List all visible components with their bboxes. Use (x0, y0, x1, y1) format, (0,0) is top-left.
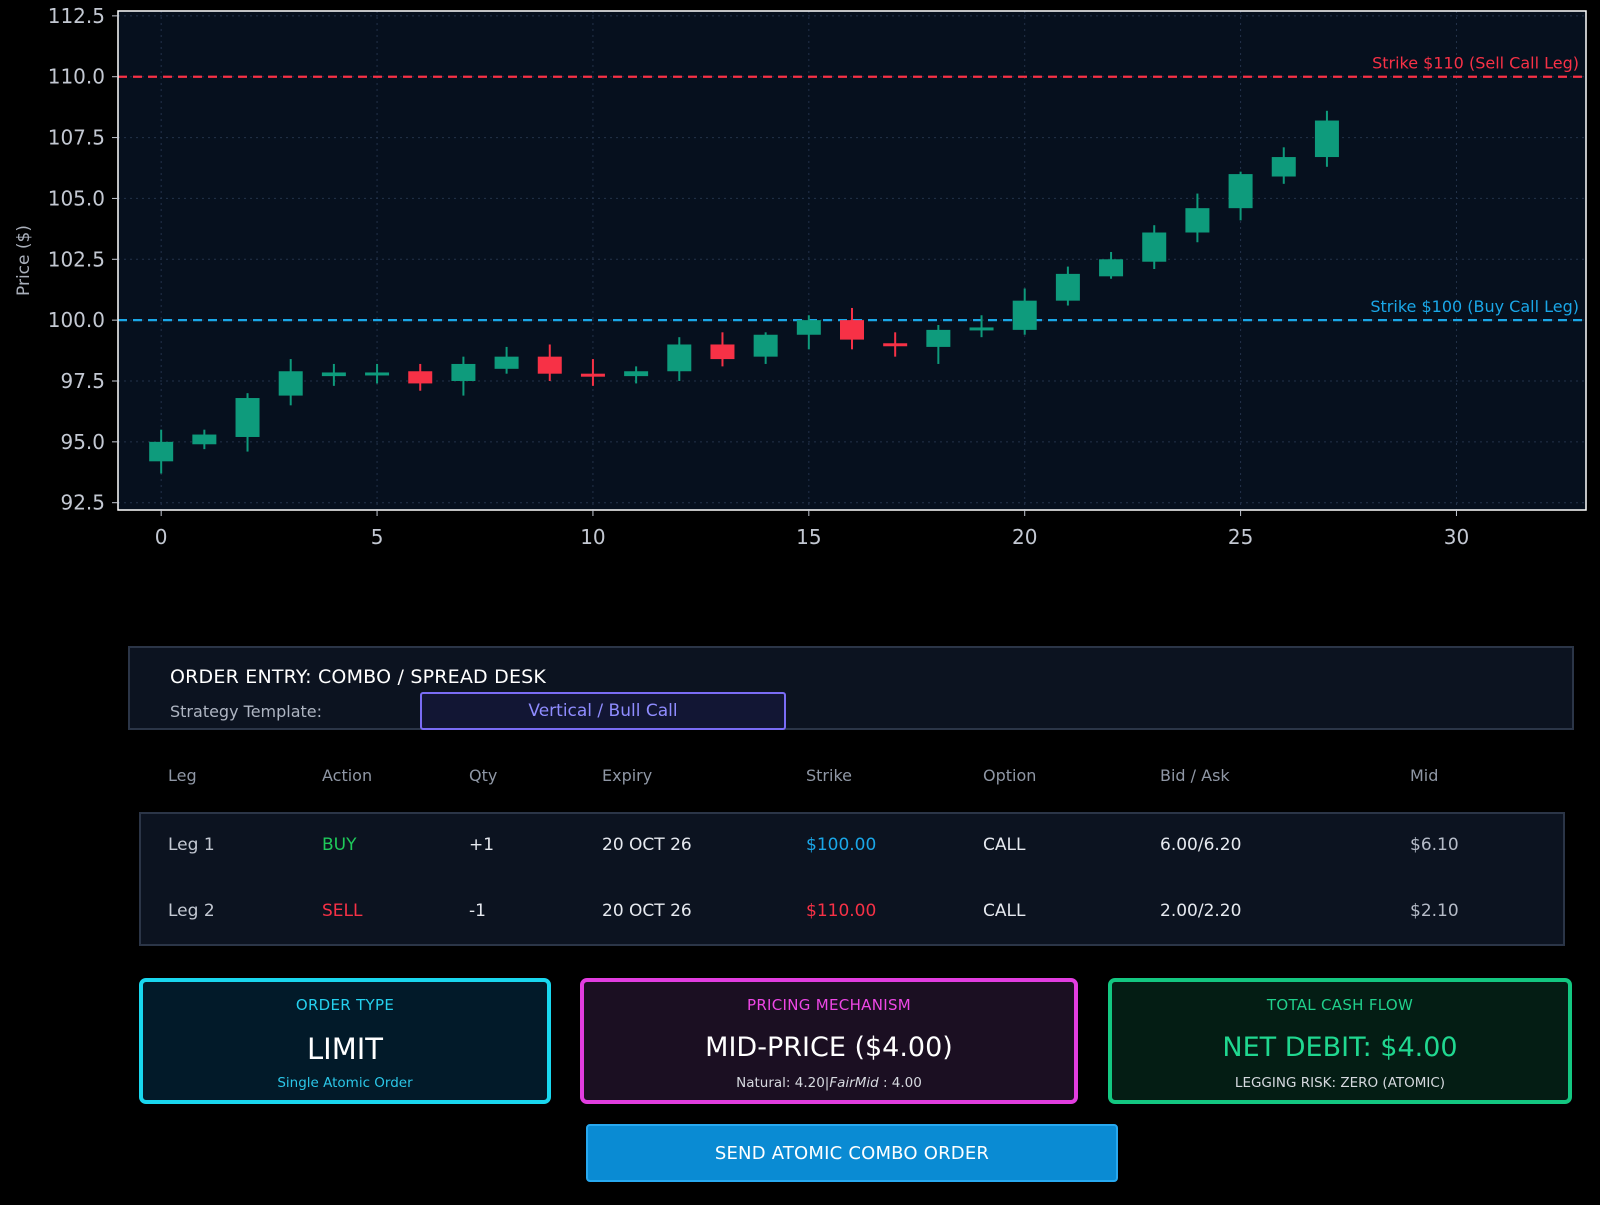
fairmid-label: FairMid (829, 1075, 879, 1091)
candle-body (192, 434, 217, 445)
y-tick-label: 110.0 (48, 65, 105, 89)
y-tick-label: 92.5 (60, 491, 105, 515)
leg-option: CALL (983, 835, 1026, 855)
leg-expiry: 20 OCT 26 (602, 901, 692, 921)
candle-body (494, 356, 519, 369)
order-type-card[interactable]: ORDER TYPE LIMIT Single Atomic Order (139, 978, 551, 1104)
candlestick-chart-svg: Strike $110 (Sell Call Leg) Strike $100 (… (14, 4, 1587, 549)
x-tick-label: 20 (1012, 525, 1037, 549)
table-row[interactable]: Leg 2 SELL -1 20 OCT 26 $110.00 CALL 2.0… (0, 901, 1600, 925)
candle-body (624, 371, 649, 377)
leg-bid-ask: 6.00/6.20 (1160, 835, 1242, 855)
candle-body (667, 344, 692, 372)
y-tick-label: 107.5 (48, 126, 105, 150)
y-axis-label: Price ($) (14, 225, 34, 296)
header-leg: Leg (168, 766, 197, 785)
header-expiry: Expiry (602, 766, 653, 785)
send-combo-order-button[interactable]: SEND ATOMIC COMBO ORDER (586, 1124, 1118, 1182)
natural-price-text: Natural: 4.20| (736, 1075, 830, 1091)
cash-flow-title: TOTAL CASH FLOW (1266, 996, 1414, 1014)
candle-body (753, 334, 778, 357)
order-type-title: ORDER TYPE (295, 996, 395, 1014)
order-type-subtitle: Single Atomic Order (277, 1075, 413, 1091)
header-option: Option (983, 766, 1037, 785)
cash-flow-value: NET DEBIT: $4.00 (1222, 1032, 1458, 1063)
strike-line-label: Strike $100 (Buy Call Leg) (1370, 297, 1579, 316)
pricing-mechanism-value: MID-PRICE ($4.00) (705, 1032, 953, 1063)
candle-body (969, 327, 994, 331)
leg-action: SELL (322, 901, 363, 921)
candle-body (1271, 157, 1296, 177)
candle-body (278, 371, 303, 396)
candle-body (149, 441, 174, 462)
candle-body (321, 372, 346, 377)
header-qty: Qty (469, 766, 498, 785)
strategy-template-label: Strategy Template: (170, 702, 323, 721)
leg-action: BUY (322, 835, 357, 855)
x-tick-label: 25 (1228, 525, 1253, 549)
candle-body (1185, 208, 1210, 233)
candle-body (1012, 300, 1037, 330)
header-strike: Strike (806, 766, 852, 785)
candle-body (365, 372, 390, 376)
leg-qty: -1 (469, 901, 486, 921)
order-entry-title: ORDER ENTRY: COMBO / SPREAD DESK (170, 666, 547, 688)
leg-strike: $110.00 (806, 901, 877, 921)
candle-body (1228, 174, 1253, 209)
candle-body (580, 373, 605, 377)
y-tick-label: 112.5 (48, 4, 105, 28)
leg-bid-ask: 2.00/2.20 (1160, 901, 1242, 921)
total-cash-flow-card: TOTAL CASH FLOW NET DEBIT: $4.00 LEGGING… (1108, 978, 1572, 1104)
pricing-mechanism-title: PRICING MECHANISM (746, 996, 912, 1014)
candle-body (408, 371, 433, 384)
strategy-template-select[interactable]: Vertical / Bull Call (420, 692, 786, 730)
candle-body (1055, 273, 1080, 301)
legging-risk-text: LEGGING RISK: ZERO (ATOMIC) (1234, 1075, 1446, 1091)
leg-strike: $100.00 (806, 835, 877, 855)
candle-body (883, 343, 908, 347)
leg-qty: +1 (469, 835, 495, 855)
pricing-mechanism-card[interactable]: PRICING MECHANISM MID-PRICE ($4.00) Natu… (580, 978, 1078, 1104)
x-tick-label: 10 (580, 525, 605, 549)
candle-body (1099, 259, 1124, 277)
strike-line-label: Strike $110 (Sell Call Leg) (1372, 54, 1579, 73)
leg-name: Leg 1 (168, 835, 215, 855)
header-action: Action (322, 766, 373, 785)
legs-table-body (139, 812, 1565, 946)
header-bid-ask: Bid / Ask (1160, 766, 1230, 785)
header-mid: Mid (1410, 766, 1439, 785)
leg-name: Leg 2 (168, 901, 215, 921)
plot-background (118, 11, 1586, 510)
y-tick-label: 105.0 (48, 186, 105, 210)
candle-body (537, 356, 562, 374)
price-chart: Strike $110 (Sell Call Leg) Strike $100 (… (0, 0, 1600, 560)
x-tick-label: 30 (1444, 525, 1469, 549)
y-tick-label: 102.5 (48, 247, 105, 271)
legs-table-header: Leg Action Qty Expiry Strike Option Bid … (0, 766, 1600, 790)
y-tick-label: 100.0 (48, 308, 105, 332)
leg-option: CALL (983, 901, 1026, 921)
candle-body (235, 398, 260, 437)
candle-body (926, 329, 951, 347)
fairmid-value-text: : 4.00 (878, 1075, 922, 1091)
table-row[interactable]: Leg 1 BUY +1 20 OCT 26 $100.00 CALL 6.00… (0, 835, 1600, 859)
y-tick-label: 97.5 (60, 369, 105, 393)
order-entry-panel: ORDER ENTRY: COMBO / SPREAD DESK Strateg… (128, 646, 1574, 730)
candle-body (1314, 120, 1339, 158)
candle-body (1142, 232, 1167, 262)
candle-body (710, 344, 735, 360)
x-tick-label: 15 (796, 525, 821, 549)
y-tick-label: 95.0 (60, 430, 105, 454)
x-tick-label: 0 (155, 525, 168, 549)
leg-mid: $6.10 (1410, 835, 1459, 855)
order-type-value: LIMIT (307, 1032, 383, 1066)
pricing-mechanism-subtitle: Natural: 4.20|FairMid : 4.00 (584, 1075, 1074, 1091)
x-tick-label: 5 (371, 525, 384, 549)
leg-expiry: 20 OCT 26 (602, 835, 692, 855)
candle-body (451, 363, 476, 381)
leg-mid: $2.10 (1410, 901, 1459, 921)
candle-body (840, 320, 864, 340)
candle-body (796, 320, 821, 335)
